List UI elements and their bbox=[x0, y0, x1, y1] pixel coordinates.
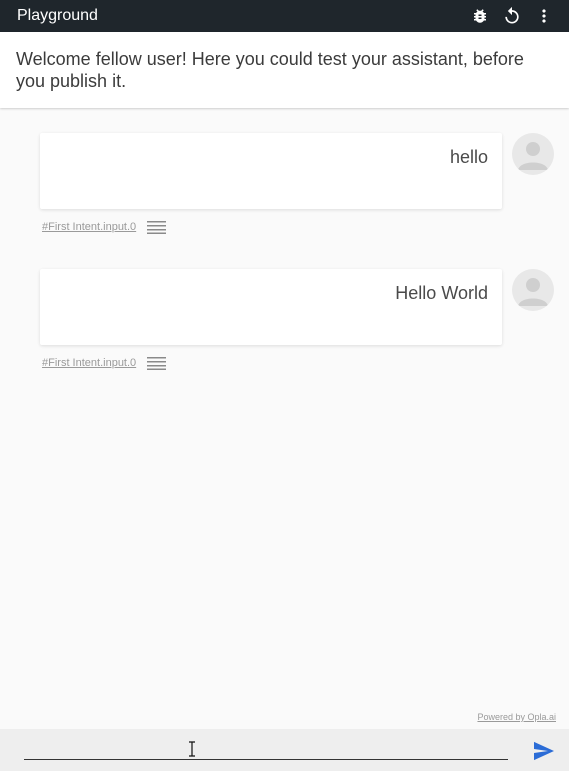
menu-lines-icon[interactable] bbox=[147, 356, 167, 370]
page-title: Playground bbox=[17, 7, 98, 24]
message-meta: #First Intent.input.0 bbox=[42, 220, 167, 234]
message-bubble: Hello World bbox=[40, 269, 502, 345]
top-bar: Playground bbox=[0, 0, 569, 32]
send-icon[interactable] bbox=[533, 741, 555, 761]
avatar bbox=[512, 269, 554, 311]
bug-icon[interactable] bbox=[468, 4, 492, 28]
more-vert-icon[interactable] bbox=[532, 4, 556, 28]
powered-by-link[interactable]: Powered by Opla.ai bbox=[477, 712, 556, 722]
message-meta: #First Intent.input.0 bbox=[42, 356, 167, 370]
intent-link[interactable]: #First Intent.input.0 bbox=[42, 221, 136, 233]
toolbar-actions bbox=[460, 4, 569, 28]
avatar bbox=[512, 133, 554, 175]
user-avatar-icon bbox=[518, 278, 548, 306]
message-text: hello bbox=[449, 147, 488, 167]
message-text: Hello World bbox=[395, 283, 488, 303]
welcome-text: Welcome fellow user! Here you could test… bbox=[16, 49, 524, 91]
message-input-bar bbox=[0, 729, 569, 771]
welcome-banner: Welcome fellow user! Here you could test… bbox=[0, 32, 569, 108]
message-bubble: hello bbox=[40, 133, 502, 209]
refresh-icon[interactable] bbox=[500, 4, 524, 28]
text-cursor-icon bbox=[189, 741, 195, 757]
playground-app: Playground Welcome fellow user! Here you… bbox=[0, 0, 569, 771]
user-avatar-icon bbox=[518, 142, 548, 170]
menu-lines-icon[interactable] bbox=[147, 220, 167, 234]
intent-link[interactable]: #First Intent.input.0 bbox=[42, 357, 136, 369]
message-input[interactable] bbox=[24, 735, 508, 760]
